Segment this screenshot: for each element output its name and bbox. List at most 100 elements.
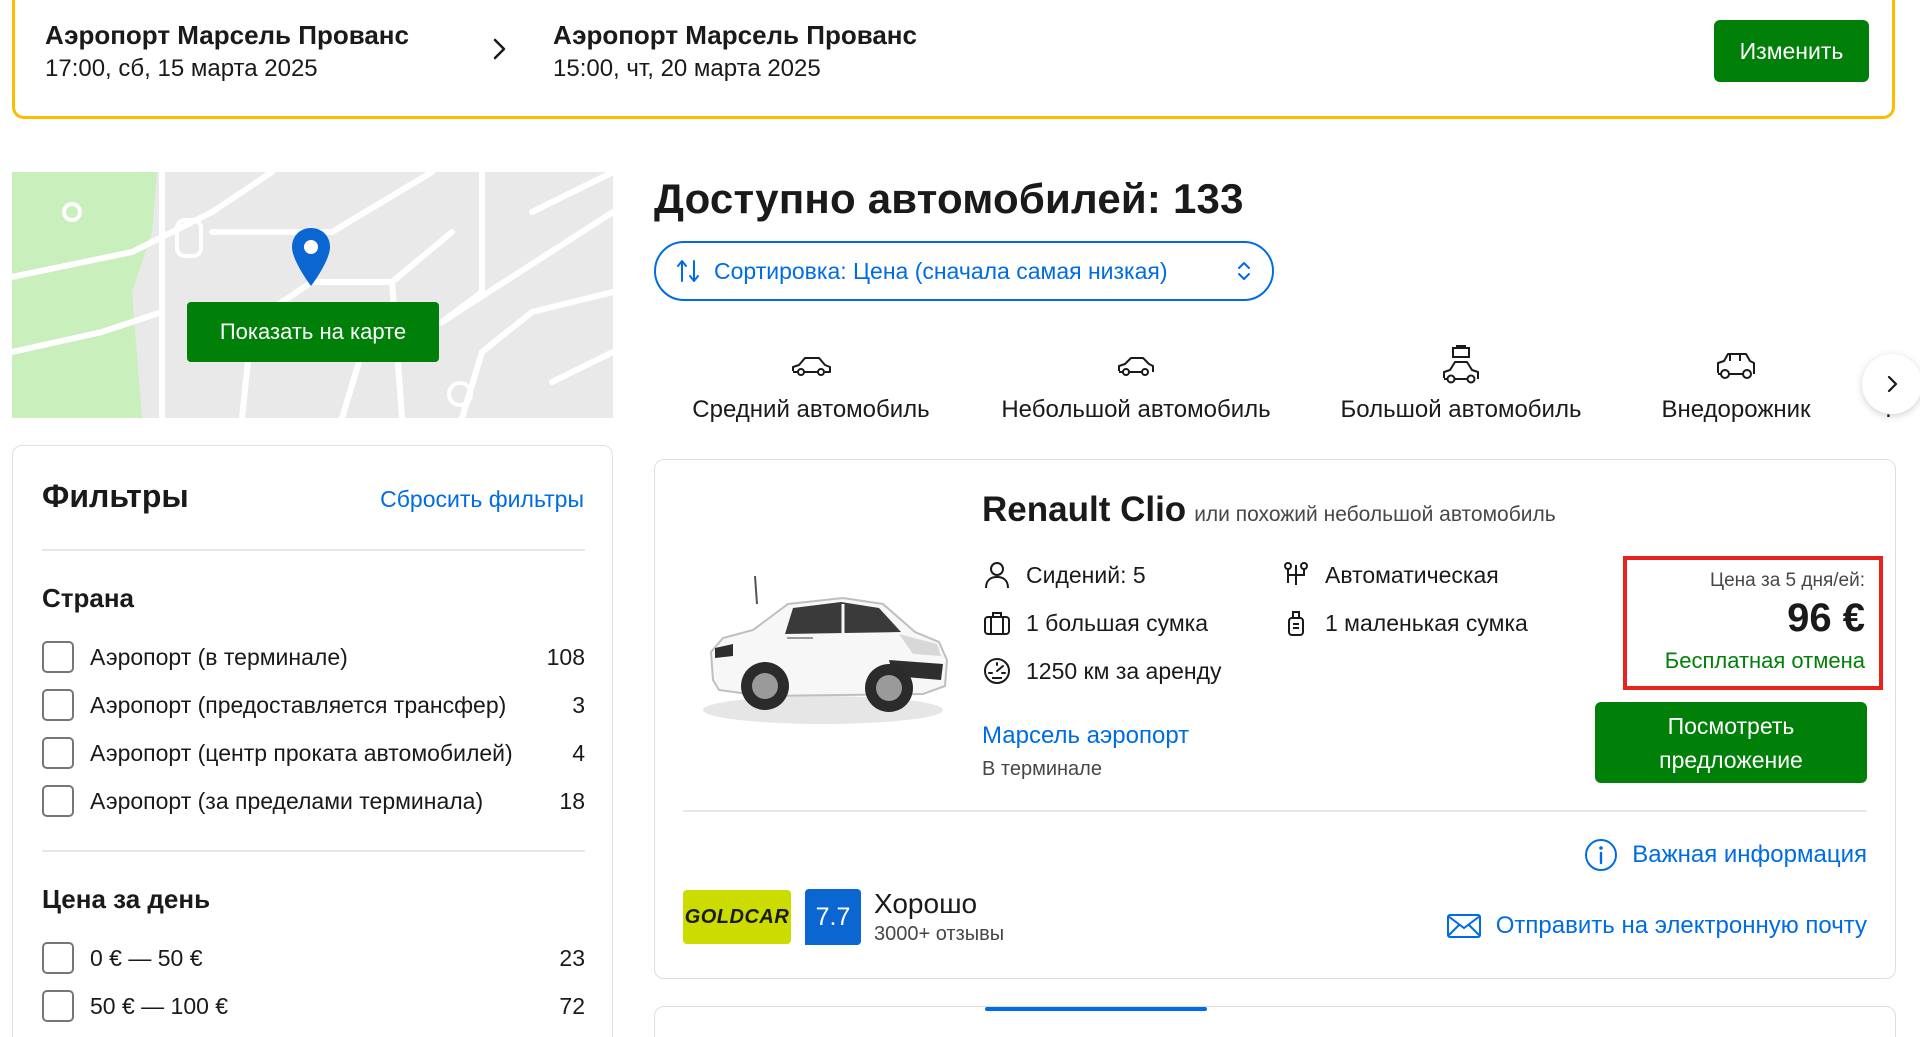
speedometer-icon xyxy=(984,658,1010,684)
hatchback-icon xyxy=(1118,357,1154,376)
filter-option[interactable]: Аэропорт (в терминале) 108 xyxy=(42,639,585,675)
category-large-car[interactable]: Большой автомобиль xyxy=(1336,340,1586,424)
spec-transmission: Автоматическая xyxy=(1281,560,1499,590)
rating-word: Хорошо xyxy=(874,888,978,919)
country-filter-title: Страна xyxy=(42,583,135,613)
map-preview[interactable]: Показать на карте xyxy=(12,172,613,418)
filter-option[interactable]: 0 € — 50 € 23 xyxy=(42,940,585,976)
reset-filters-link[interactable]: Сбросить фильтры xyxy=(380,486,584,513)
filter-option-label: 50 € — 100 € xyxy=(90,992,229,1019)
checkbox[interactable] xyxy=(42,942,74,974)
filters-panel: Фильтры Сбросить фильтры Страна Аэропорт… xyxy=(12,445,613,1037)
spec-seats-label: Сидений: 5 xyxy=(1026,561,1146,588)
filter-option-count: 4 xyxy=(572,739,585,766)
checkbox[interactable] xyxy=(42,990,74,1022)
card-top-accent xyxy=(985,1007,1207,1011)
filter-option[interactable]: Аэропорт (за пределами терминала) 18 xyxy=(42,783,585,819)
price-value: 96 € xyxy=(1787,596,1865,640)
results-count-title: Доступно автомобилей: 133 xyxy=(654,175,1244,222)
car-result-card: Renault Clio или похожий небольшой автом… xyxy=(654,459,1896,979)
map-background xyxy=(12,172,613,418)
car-with-luggage-icon xyxy=(1443,345,1479,384)
category-suv[interactable]: Внедорожник xyxy=(1650,340,1822,424)
price-period-label: Цена за 5 дня/ей: xyxy=(1710,570,1865,591)
pickup-location-name: Аэропорт Марсель Прованс xyxy=(45,20,409,50)
spec-mileage: 1250 км за аренду xyxy=(982,656,1222,686)
carousel-next-button[interactable] xyxy=(1862,354,1920,414)
rating-review-count: 3000+ отзывы xyxy=(874,923,1005,945)
gearshift-icon xyxy=(1284,562,1308,585)
spec-mileage-label: 1250 км за аренду xyxy=(1026,657,1222,684)
search-summary-bar: Аэропорт Марсель Прованс 17:00, сб, 15 м… xyxy=(12,0,1895,119)
map-pin-icon xyxy=(292,228,330,286)
send-email-label: Отправить на электронную почту xyxy=(1495,912,1867,939)
filter-option-count: 23 xyxy=(559,944,585,971)
envelope-icon xyxy=(1446,914,1481,938)
chevron-right-icon xyxy=(493,38,506,60)
view-offer-line2: предложение xyxy=(1659,746,1803,773)
filters-title: Фильтры xyxy=(42,478,189,514)
show-on-map-button[interactable]: Показать на карте xyxy=(187,302,439,362)
category-label: Большой автомобиль xyxy=(1340,396,1582,423)
pickup-summary: Аэропорт Марсель Прованс 17:00, сб, 15 м… xyxy=(45,18,409,86)
suitcase-icon xyxy=(984,612,1010,635)
info-icon xyxy=(1585,839,1618,871)
car-title: Renault Clio или похожий небольшой автом… xyxy=(982,490,1556,530)
dropoff-summary: Аэропорт Марсель Прованс 15:00, чт, 20 м… xyxy=(553,18,917,86)
sort-arrows-icon xyxy=(677,260,699,282)
filter-option-label: 0 € — 50 € xyxy=(90,944,203,971)
dropoff-location-name: Аэропорт Марсель Прованс xyxy=(553,20,917,50)
filter-option-count: 3 xyxy=(572,691,585,718)
small-bag-icon xyxy=(1288,611,1304,636)
checkbox[interactable] xyxy=(42,641,74,673)
change-search-button[interactable]: Изменить xyxy=(1714,20,1869,82)
category-label: Небольшой автомобиль xyxy=(1001,396,1271,423)
spec-seats: Сидений: 5 xyxy=(982,560,1146,590)
sort-dropdown[interactable]: Сортировка: Цена (сначала самая низкая) xyxy=(654,241,1274,301)
chevron-right-icon xyxy=(1887,375,1898,393)
suv-icon xyxy=(1717,353,1755,379)
important-info-link[interactable]: Важная информация xyxy=(1584,838,1867,872)
filter-option[interactable]: 50 € — 100 € 72 xyxy=(42,988,585,1024)
filters-divider xyxy=(42,549,585,551)
send-email-link[interactable]: Отправить на электронную почту xyxy=(1446,912,1867,940)
chevron-up-down-icon xyxy=(1238,262,1250,280)
pickup-location-link[interactable]: Марсель аэропорт xyxy=(982,722,1189,750)
car-image xyxy=(703,575,949,724)
filter-option-count: 18 xyxy=(559,787,585,814)
dropoff-datetime: 15:00, чт, 20 марта 2025 xyxy=(553,55,821,82)
free-cancellation-label: Бесплатная отмена xyxy=(1664,648,1865,673)
category-medium-car[interactable]: Средний автомобиль xyxy=(688,340,934,424)
category-label: Внедорожник xyxy=(1661,396,1811,423)
spec-big-bags-label: 1 большая сумка xyxy=(1026,609,1209,636)
category-label: Средний автомобиль xyxy=(692,396,930,423)
car-model: Renault Clio xyxy=(982,490,1187,529)
checkbox[interactable] xyxy=(42,737,74,769)
spec-big-bags: 1 большая сумка xyxy=(982,608,1208,638)
sedan-icon xyxy=(792,357,831,376)
pickup-location-type: В терминале xyxy=(982,758,1102,780)
filters-divider xyxy=(42,850,585,852)
category-small-car[interactable]: Небольшой автомобиль xyxy=(994,340,1278,424)
important-info-label: Важная информация xyxy=(1632,841,1867,868)
sort-label: Сортировка: Цена (сначала самая низкая) xyxy=(714,257,1168,284)
filter-option-count: 72 xyxy=(559,992,585,1019)
filter-option-label: Аэропорт (центр проката автомобилей) xyxy=(90,739,513,766)
checkbox[interactable] xyxy=(42,689,74,721)
person-icon xyxy=(985,562,1009,589)
spec-small-bags-label: 1 маленькая сумка xyxy=(1325,609,1528,636)
view-offer-button[interactable]: Посмотреть предложение xyxy=(1595,702,1867,783)
filter-option[interactable]: Аэропорт (предоставляется трансфер) 3 xyxy=(42,687,585,723)
card-divider xyxy=(683,810,1867,812)
filter-option-label: Аэропорт (в терминале) xyxy=(90,643,348,670)
supplier-logo: GOLDCAR xyxy=(683,890,791,944)
filter-option-count: 108 xyxy=(546,643,585,670)
price-highlight-box: Цена за 5 дня/ей: 96 € Бесплатная отмена xyxy=(1623,556,1883,690)
spec-transmission-label: Автоматическая xyxy=(1325,561,1499,588)
filter-option-label: Аэропорт (за пределами терминала) xyxy=(90,787,484,814)
rating-score-badge: 7.7 xyxy=(805,889,861,945)
car-category-carousel: Средний автомобиль Небольшой автомобиль … xyxy=(654,340,1894,430)
view-offer-line1: Посмотреть xyxy=(1667,712,1795,739)
checkbox[interactable] xyxy=(42,785,74,817)
filter-option[interactable]: Аэропорт (центр проката автомобилей) 4 xyxy=(42,735,585,771)
